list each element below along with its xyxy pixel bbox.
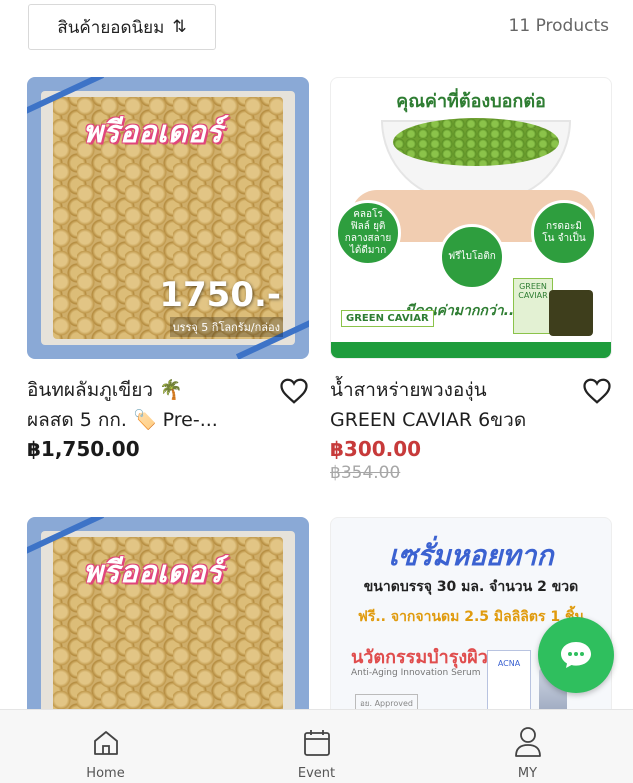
image-subtext: บรรจุ 5 กิโลกรัม/กล่อง — [169, 317, 283, 337]
sale-price: ฿300.00 — [330, 437, 422, 461]
original-price: ฿354.00 — [330, 463, 401, 483]
product-card[interactable]: คุณค่าที่ต้องบอกต่อ คลอโรฟิลล์ ยุติกลางส… — [330, 77, 612, 483]
product-image[interactable]: คุณค่าที่ต้องบอกต่อ คลอโรฟิลล์ ยุติกลางส… — [330, 77, 612, 359]
image-brand: นวัตกรรมบำรุงผิว — [351, 647, 488, 668]
sort-label: สินค้ายอดนิยม — [57, 17, 165, 38]
sort-arrows-icon: ⇅ — [172, 17, 187, 37]
image-line: ขนาดบรรจุ 30 มล. จำนวน 2 ขวด — [363, 579, 579, 595]
product-image[interactable]: พรีออเดอร์ 1750.- บรรจุ 5 กิโลกรัม/กล่อง — [27, 77, 309, 359]
jar-image — [549, 290, 593, 336]
nav-home-label: Home — [86, 766, 125, 781]
nav-event[interactable]: Event — [237, 710, 397, 783]
image-bubble: คลอโรฟิลล์ ยุติกลางสลาย ได้ดีมาก — [335, 200, 401, 266]
package-image: GREEN CAVIAR — [513, 278, 553, 334]
product-card[interactable]: พรีออเดอร์ 1750.- บรรจุ 5 กิโลกรัม/กล่อง… — [27, 77, 309, 461]
image-bubble: กรดอะมิโน จำเป็น — [531, 200, 597, 266]
home-icon — [93, 731, 118, 755]
user-icon — [514, 727, 541, 757]
product-name[interactable]: น้ำสาหร่ายพวงองุ่น GREEN CAVIAR 6ขวด — [330, 375, 612, 435]
product-count: 11 Products — [508, 16, 609, 36]
preorder-badge: พรีออเดอร์ — [83, 555, 223, 590]
image-bubble: ฟรีไบโอติก — [439, 224, 505, 290]
image-headline: คุณค่าที่ต้องบอกต่อ — [396, 91, 546, 112]
product-info: อินทผลัมภูเขียว 🌴 ผลสด 5 กก. 🏷️ Pre-... … — [27, 375, 309, 461]
nav-my-label: MY — [517, 766, 538, 781]
chat-bubble-icon — [561, 642, 591, 668]
bottom-navigation: Home Event MY — [0, 709, 633, 783]
heart-icon[interactable] — [279, 377, 309, 405]
chat-button[interactable] — [538, 617, 614, 693]
image-headline: เซรั่มหอยทาก — [388, 539, 554, 572]
image-brand-sub: Anti-Aging Innovation Serum — [351, 668, 481, 678]
brand-logo: GREEN CAVIAR — [341, 310, 434, 327]
calendar-icon — [303, 730, 330, 756]
preorder-badge: พรีออเดอร์ — [83, 115, 223, 150]
image-price-text: 1750.- — [159, 275, 281, 315]
nav-my[interactable]: MY — [448, 710, 608, 783]
heart-icon[interactable] — [582, 377, 612, 405]
product-name[interactable]: อินทผลัมภูเขียว 🌴 ผลสด 5 กก. 🏷️ Pre-... — [27, 375, 309, 435]
product-toolbar: สินค้ายอดนิยม ⇅ 11 Products — [0, 0, 633, 60]
nav-home[interactable]: Home — [26, 710, 186, 783]
product-price: ฿1,750.00 — [27, 437, 140, 461]
nav-event-label: Event — [297, 766, 336, 781]
product-info: น้ำสาหร่ายพวงองุ่น GREEN CAVIAR 6ขวด ฿30… — [330, 375, 612, 483]
sort-dropdown-button[interactable]: สินค้ายอดนิยม ⇅ — [28, 4, 216, 50]
